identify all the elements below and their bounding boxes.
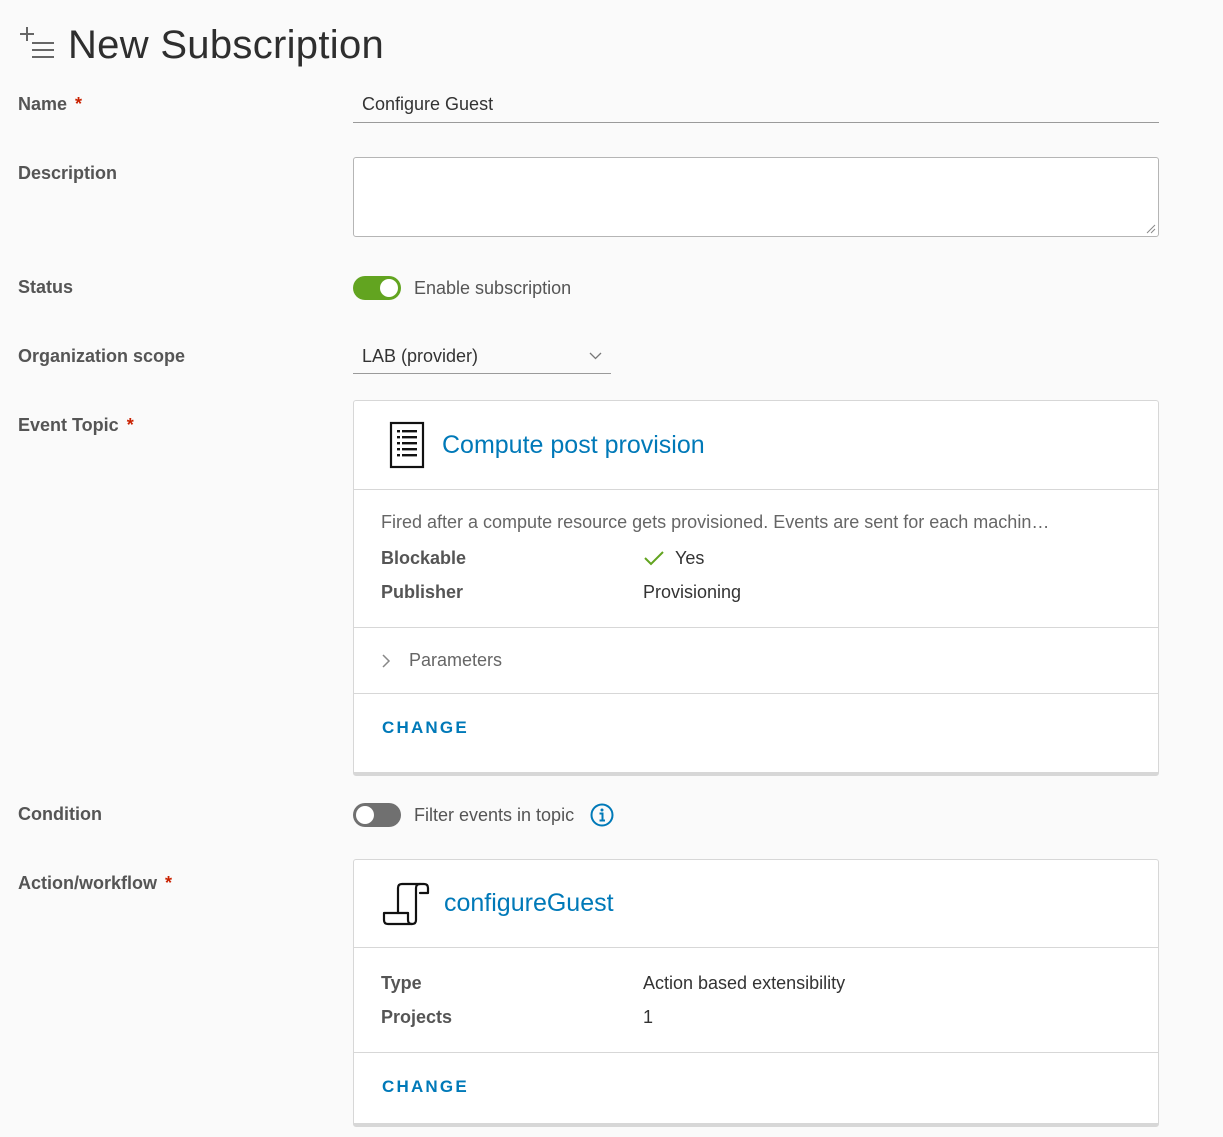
event-topic-card: Compute post provision Fired after a com… xyxy=(353,400,1159,776)
add-list-icon xyxy=(20,27,54,58)
status-toggle-row: Enable subscription xyxy=(353,276,571,300)
event-topic-card-header: Compute post provision xyxy=(354,401,1158,490)
required-mark: * xyxy=(165,873,173,893)
name-label: Name * xyxy=(18,94,83,114)
chevron-down-icon xyxy=(589,352,602,360)
event-topic-description: Fired after a compute resource gets prov… xyxy=(381,512,1050,532)
action-workflow-label: Action/workflow * xyxy=(18,873,173,893)
action-title[interactable]: configureGuest xyxy=(444,889,614,918)
event-topic-change-button[interactable]: CHANGE xyxy=(354,693,1158,761)
chevron-right-icon xyxy=(382,653,391,668)
action-card-header: configureGuest xyxy=(354,860,1158,948)
description-textarea[interactable] xyxy=(353,157,1159,237)
action-change-button[interactable]: CHANGE xyxy=(354,1052,1158,1120)
resize-handle-icon[interactable] xyxy=(1146,224,1156,234)
condition-toggle-row: Filter events in topic xyxy=(353,803,614,827)
blockable-value: Yes xyxy=(675,547,705,568)
info-icon[interactable] xyxy=(590,803,614,827)
description-label: Description xyxy=(18,163,118,183)
enable-subscription-text: Enable subscription xyxy=(414,277,572,298)
parameters-label: Parameters xyxy=(409,650,503,670)
document-list-icon xyxy=(389,421,425,469)
type-value: Action based extensibility xyxy=(643,972,846,993)
org-scope-label: Organization scope xyxy=(18,346,186,366)
event-topic-label: Event Topic * xyxy=(18,415,134,435)
projects-value: 1 xyxy=(643,1006,654,1027)
projects-key: Projects xyxy=(381,1006,453,1027)
status-label: Status xyxy=(18,277,74,297)
blockable-row: Blockable Yes xyxy=(354,541,1158,575)
event-topic-title[interactable]: Compute post provision xyxy=(442,431,705,460)
parameters-expander[interactable]: Parameters xyxy=(354,627,1158,693)
page-title: New Subscription xyxy=(68,22,385,67)
scroll-icon xyxy=(382,882,430,925)
name-input[interactable]: Configure Guest xyxy=(353,86,1159,123)
action-card: configureGuest Type Action based extensi… xyxy=(353,859,1159,1127)
org-scope-select[interactable]: LAB (provider) xyxy=(353,338,611,374)
condition-label: Condition xyxy=(18,804,102,824)
required-mark: * xyxy=(126,415,134,435)
org-scope-value: LAB (provider) xyxy=(362,346,479,366)
page-header: New Subscription xyxy=(18,22,384,68)
publisher-row: Publisher Provisioning xyxy=(354,575,1158,609)
blockable-key: Blockable xyxy=(381,547,467,568)
enable-subscription-toggle[interactable] xyxy=(353,276,401,300)
required-mark: * xyxy=(75,94,83,114)
type-key: Type xyxy=(381,972,422,993)
check-icon xyxy=(644,551,664,566)
publisher-value: Provisioning xyxy=(643,581,742,602)
filter-events-text: Filter events in topic xyxy=(414,804,575,825)
projects-row: Projects 1 xyxy=(354,1000,1158,1034)
filter-events-toggle[interactable] xyxy=(353,803,401,827)
type-row: Type Action based extensibility xyxy=(354,966,1158,1000)
publisher-key: Publisher xyxy=(381,581,464,602)
